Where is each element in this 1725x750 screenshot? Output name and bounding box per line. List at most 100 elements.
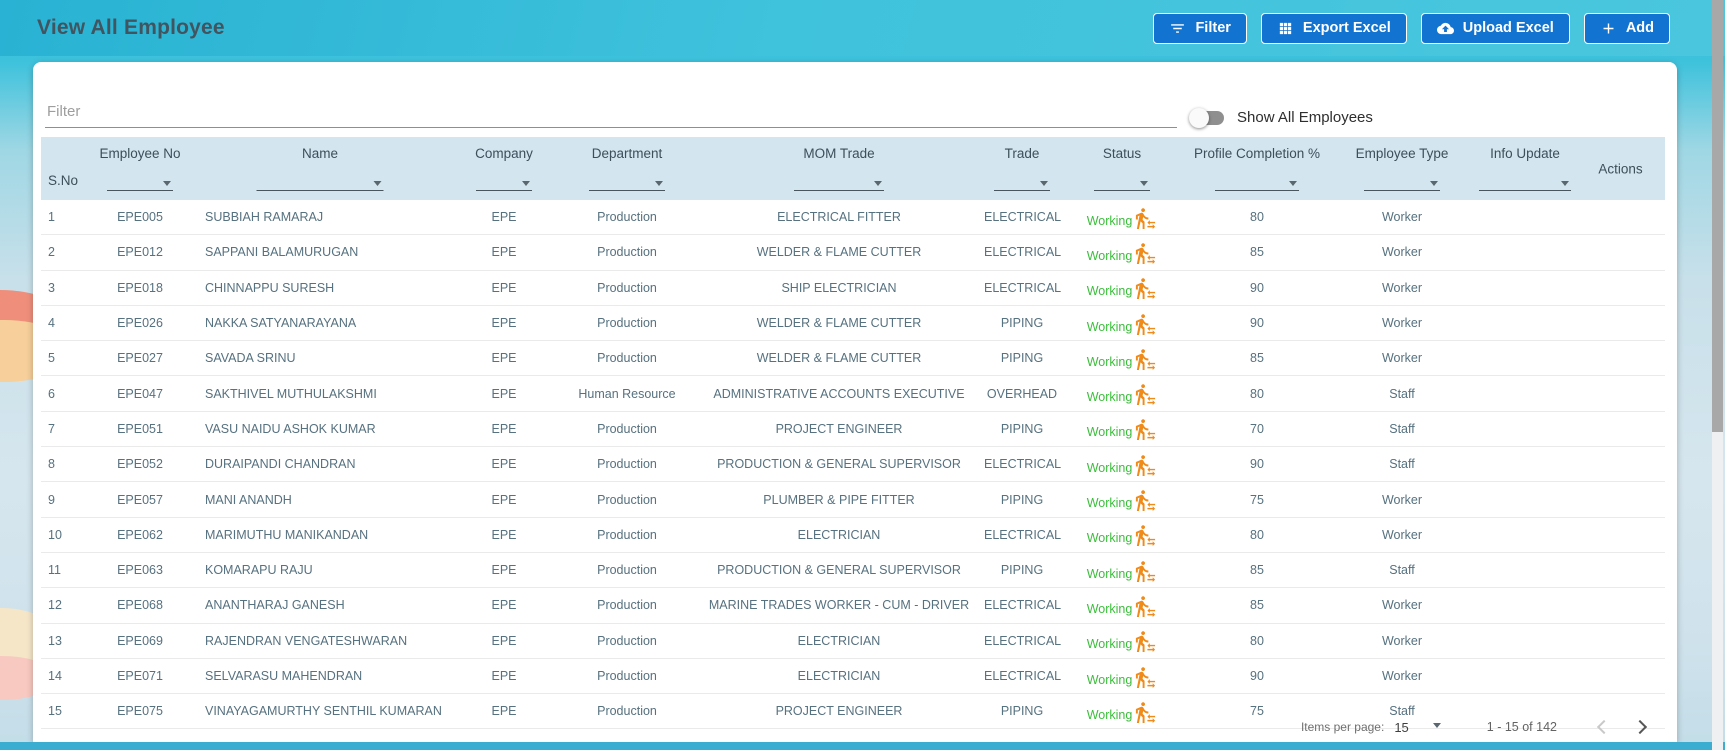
cell-trade: PIPING xyxy=(984,563,1060,577)
cell-company: EPE xyxy=(448,245,560,259)
status-working-label: Working xyxy=(1087,673,1133,687)
trade-filter-select[interactable] xyxy=(994,173,1050,191)
cell-status: Working xyxy=(1060,595,1184,616)
previous-page-chevron-icon[interactable] xyxy=(1597,720,1611,734)
filter-list-icon xyxy=(1169,20,1186,37)
person-transfer-icon[interactable] xyxy=(1134,630,1157,653)
show-all-employees-label: Show All Employees xyxy=(1237,109,1373,126)
filter-input[interactable] xyxy=(45,102,1181,121)
upload-excel-button[interactable]: Upload Excel xyxy=(1421,13,1570,44)
cell-mom-trade: ELECTRICIAN xyxy=(694,634,984,648)
cell-mom-trade: ELECTRICIAN xyxy=(694,528,984,542)
cell-mom-trade: MARINE TRADES WORKER - CUM - DRIVER xyxy=(694,598,984,612)
items-per-page-label: Items per page: xyxy=(1301,720,1384,734)
person-transfer-icon[interactable] xyxy=(1134,313,1157,336)
person-transfer-icon[interactable] xyxy=(1134,595,1157,618)
page-scrollbar[interactable] xyxy=(1712,0,1723,750)
cell-mom-trade: PLUMBER & PIPE FITTER xyxy=(694,493,984,507)
cell-employee-type: Worker xyxy=(1330,245,1474,259)
column-header-company: Company xyxy=(448,137,560,200)
show-all-employees-toggle[interactable]: Show All Employees xyxy=(1191,109,1373,128)
status-working-label: Working xyxy=(1087,496,1133,510)
cell-profile-completion: 80 xyxy=(1184,210,1330,224)
export-excel-button-label: Export Excel xyxy=(1303,20,1391,36)
export-excel-button[interactable]: Export Excel xyxy=(1261,13,1407,44)
cell-trade: PIPING xyxy=(984,422,1060,436)
column-header-mom-trade: MOM Trade xyxy=(694,137,984,200)
person-transfer-icon[interactable] xyxy=(1134,242,1157,265)
cell-status: Working xyxy=(1060,560,1184,581)
status-filter-select[interactable] xyxy=(1094,173,1150,191)
cell-department: Production xyxy=(560,210,694,224)
info-update-filter-select[interactable] xyxy=(1479,173,1571,191)
mom-trade-filter-select[interactable] xyxy=(794,173,884,191)
table-row: 13EPE069RAJENDRAN VENGATESHWARANEPEProdu… xyxy=(41,624,1665,659)
profile-completion-filter-select[interactable] xyxy=(1215,173,1299,191)
status-working-label: Working xyxy=(1087,567,1133,581)
person-transfer-icon[interactable] xyxy=(1134,383,1157,406)
scrollbar-thumb[interactable] xyxy=(1712,0,1723,432)
cell-company: EPE xyxy=(448,422,560,436)
cell-status: Working xyxy=(1060,666,1184,687)
cell-status: Working xyxy=(1060,348,1184,369)
status-working-label: Working xyxy=(1087,355,1133,369)
cell-employee-type: Worker xyxy=(1330,493,1474,507)
cell-employee-type: Worker xyxy=(1330,316,1474,330)
cell-name: MARIMUTHU MANIKANDAN xyxy=(192,528,448,542)
cell-employee-type: Staff xyxy=(1330,563,1474,577)
company-filter-select[interactable] xyxy=(476,173,532,191)
person-transfer-icon[interactable] xyxy=(1134,418,1157,441)
table-row: 8EPE052DURAIPANDI CHANDRANEPEProductionP… xyxy=(41,447,1665,482)
employee-table: S.No Employee No Name Company Department xyxy=(41,137,1665,729)
cell-department: Production xyxy=(560,245,694,259)
cell-employee-type: Worker xyxy=(1330,598,1474,612)
cell-company: EPE xyxy=(448,281,560,295)
chevron-down-caret xyxy=(655,181,663,186)
cell-company: EPE xyxy=(448,528,560,542)
column-header-info-update: Info Update xyxy=(1474,137,1576,200)
cell-status: Working xyxy=(1060,630,1184,651)
cell-trade: ELECTRICAL xyxy=(984,210,1060,224)
person-transfer-icon[interactable] xyxy=(1134,489,1157,512)
cell-mom-trade: PRODUCTION & GENERAL SUPERVISOR xyxy=(694,457,984,471)
person-transfer-icon[interactable] xyxy=(1134,524,1157,547)
cell-employee-type: Staff xyxy=(1330,422,1474,436)
add-button[interactable]: Add xyxy=(1584,13,1670,44)
cell-profile-completion: 75 xyxy=(1184,493,1330,507)
filter-button[interactable]: Filter xyxy=(1153,13,1246,44)
department-filter-select[interactable] xyxy=(589,173,665,191)
cell-company: EPE xyxy=(448,493,560,507)
toggle-thumb-icon xyxy=(1189,108,1209,128)
cell-employee-no: EPE057 xyxy=(88,493,192,507)
cell-company: EPE xyxy=(448,563,560,577)
cell-department: Production xyxy=(560,281,694,295)
person-transfer-icon[interactable] xyxy=(1134,666,1157,689)
chevron-down-caret xyxy=(1430,181,1438,186)
page-size-caret-icon[interactable] xyxy=(1433,723,1441,728)
plus-icon xyxy=(1600,20,1617,37)
person-transfer-icon[interactable] xyxy=(1134,454,1157,477)
page-title: View All Employee xyxy=(37,16,225,40)
filter-field xyxy=(45,102,1177,128)
cell-department: Production xyxy=(560,598,694,612)
next-page-chevron-icon[interactable] xyxy=(1633,720,1647,734)
cell-profile-completion: 80 xyxy=(1184,634,1330,648)
table-row: 5EPE027SAVADA SRINUEPEProductionWELDER &… xyxy=(41,341,1665,376)
person-transfer-icon[interactable] xyxy=(1134,277,1157,300)
cell-sno: 6 xyxy=(41,387,88,401)
employee-type-filter-select[interactable] xyxy=(1364,173,1440,191)
cell-employee-type: Worker xyxy=(1330,281,1474,295)
page-size-value[interactable]: 15 xyxy=(1394,720,1408,735)
chevron-down-caret xyxy=(874,181,882,186)
cell-employee-no: EPE051 xyxy=(88,422,192,436)
table-row: 4EPE026NAKKA SATYANARAYANAEPEProductionW… xyxy=(41,306,1665,341)
person-transfer-icon[interactable] xyxy=(1134,348,1157,371)
cell-employee-no: EPE026 xyxy=(88,316,192,330)
name-filter-select[interactable] xyxy=(257,173,384,191)
cell-mom-trade: WELDER & FLAME CUTTER xyxy=(694,245,984,259)
status-working-label: Working xyxy=(1087,390,1133,404)
employee-no-filter-select[interactable] xyxy=(107,173,173,191)
cell-name: DURAIPANDI CHANDRAN xyxy=(192,457,448,471)
person-transfer-icon[interactable] xyxy=(1134,207,1157,230)
person-transfer-icon[interactable] xyxy=(1134,560,1157,583)
